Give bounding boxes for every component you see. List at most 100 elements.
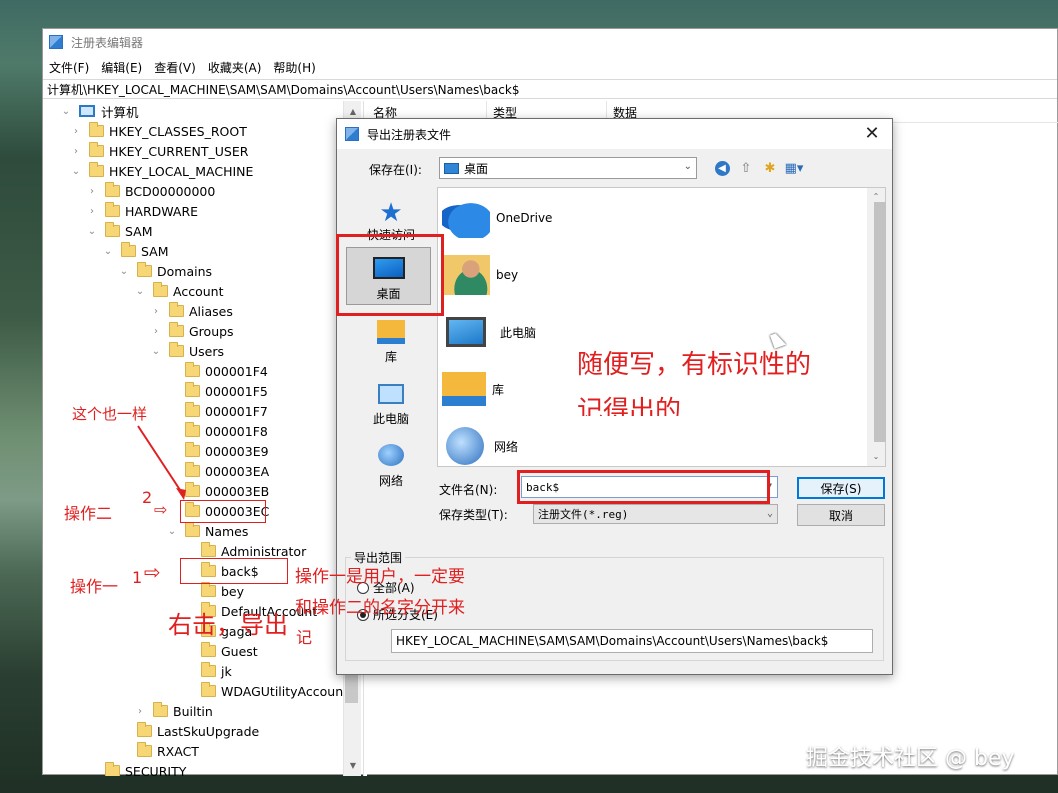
cancel-button[interactable]: 取消	[797, 504, 885, 526]
chevron-down-icon[interactable]: ⌄	[167, 526, 177, 537]
tree-node[interactable]: ⌄ SAM	[87, 221, 153, 241]
folder-icon	[169, 342, 184, 357]
annotation-ji: 记	[296, 628, 313, 647]
tree-node[interactable]: bey	[183, 581, 244, 601]
chevron-down-icon[interactable]: ⌄	[103, 246, 113, 257]
tree-node[interactable]: › Aliases	[151, 301, 233, 321]
tree-node[interactable]: Guest	[183, 641, 258, 661]
place-library[interactable]: 库	[343, 309, 439, 367]
chevron-down-icon[interactable]: ⌄	[135, 286, 145, 297]
highlight-000003EC	[180, 500, 266, 523]
chevron-right-icon[interactable]: ›	[71, 146, 81, 157]
up-folder-icon[interactable]: ⇧	[737, 159, 755, 177]
tree-node[interactable]: › HARDWARE	[87, 201, 198, 221]
tree-node[interactable]: › Builtin	[135, 701, 213, 721]
selected-branch-input[interactable]: HKEY_LOCAL_MACHINE\SAM\SAM\Domains\Accou…	[391, 629, 873, 653]
tree-node[interactable]: jk	[183, 661, 232, 681]
highlight-filename-input	[517, 470, 770, 504]
chevron-down-icon[interactable]: ⌄	[87, 226, 97, 237]
file-item-network[interactable]: 网络	[442, 420, 518, 472]
tree-node[interactable]: › HKEY_CLASSES_ROOT	[71, 121, 247, 141]
chevron-down-icon[interactable]: ⌄	[151, 346, 161, 357]
tree-node[interactable]: ⌄ HKEY_LOCAL_MACHINE	[71, 161, 253, 181]
folder-icon	[185, 522, 200, 537]
tree-node[interactable]: › BCD00000000	[87, 181, 215, 201]
file-item-bey[interactable]: bey	[442, 249, 518, 301]
chevron-down-icon[interactable]: ⌄	[684, 161, 692, 172]
tree-node[interactable]: LastSkuUpgrade	[119, 721, 259, 741]
star-icon: ★	[379, 198, 403, 228]
chevron-down-icon[interactable]: ⌄	[767, 508, 773, 519]
chevron-right-icon[interactable]: ›	[151, 326, 161, 337]
tree-node-label: Account	[173, 283, 224, 299]
chevron-down-icon[interactable]: ⌄	[61, 106, 71, 117]
folder-icon	[121, 242, 136, 257]
registry-tree: ⌄ 计算机 › HKEY_CLASSES_ROOT › HKEY_CURRENT_US…	[43, 101, 363, 776]
tree-node[interactable]: 000001F7	[167, 401, 268, 421]
save-button[interactable]: 保存(S)	[797, 477, 885, 499]
tree-node-label: HKEY_CLASSES_ROOT	[109, 123, 247, 139]
folder-icon	[169, 322, 184, 337]
tree-node-label: jk	[221, 663, 232, 679]
tree-node[interactable]: ⌄ Names	[167, 521, 248, 541]
chevron-down-icon[interactable]: ⌄	[71, 166, 81, 177]
menu-file[interactable]: 文件(F)	[49, 59, 89, 76]
library-icon	[377, 320, 405, 344]
chevron-right-icon[interactable]: ›	[87, 206, 97, 217]
place-this-pc[interactable]: 此电脑	[343, 371, 439, 429]
file-list-scroll-thumb[interactable]	[874, 202, 886, 442]
chevron-right-icon[interactable]: ›	[87, 186, 97, 197]
tree-node-label: bey	[221, 583, 245, 599]
scroll-down-arrow-icon[interactable]: ▼	[344, 757, 362, 773]
scroll-down-arrow-icon[interactable]: ⌄	[867, 448, 885, 464]
annotation-arrow-line	[137, 425, 186, 500]
new-folder-icon[interactable]: ✱	[761, 159, 779, 177]
folder-icon	[105, 182, 120, 197]
folder-icon	[153, 702, 168, 717]
tree-node[interactable]: ⌄ Users	[151, 341, 224, 361]
tree-node[interactable]: SECURITY	[87, 761, 186, 776]
tree-node[interactable]: ⌄ Domains	[119, 261, 212, 281]
address-bar[interactable]: 计算机\HKEY_LOCAL_MACHINE\SAM\SAM\Domains\A…	[43, 79, 1057, 99]
dialog-toolbar: ◀ ⇧ ✱ ▦▾	[713, 157, 803, 179]
folder-icon	[153, 282, 168, 297]
filename-label: 文件名(N):	[439, 483, 498, 497]
file-item-this-pc[interactable]: 此电脑	[442, 306, 536, 358]
network-icon	[446, 427, 484, 465]
chevron-right-icon[interactable]: ›	[71, 126, 81, 137]
chevron-right-icon[interactable]: ›	[151, 306, 161, 317]
menu-help[interactable]: 帮助(H)	[273, 59, 315, 76]
folder-icon	[201, 542, 216, 557]
view-menu-icon[interactable]: ▦▾	[785, 159, 804, 177]
tree-node[interactable]: › HKEY_CURRENT_USER	[71, 141, 248, 161]
tree-node-label: HKEY_CURRENT_USER	[109, 143, 249, 159]
file-item-onedrive[interactable]: OneDrive	[442, 192, 552, 244]
folder-icon	[201, 682, 216, 697]
menu-view[interactable]: 查看(V)	[154, 59, 196, 76]
annotation-op1-note-1: 操作一是用户，一定要	[295, 567, 465, 587]
tree-node[interactable]: 000001F4	[167, 361, 268, 381]
menu-favorites[interactable]: 收藏夹(A)	[208, 59, 262, 76]
tree-node[interactable]: 000001F5	[167, 381, 268, 401]
save-in-select[interactable]: 桌面 ⌄	[439, 157, 697, 179]
close-button[interactable]: ✕	[862, 123, 882, 144]
dialog-title-bar: 导出注册表文件	[337, 119, 892, 149]
annotation-op2: 操作二	[64, 504, 113, 523]
tree-node[interactable]: ⌄ Account	[135, 281, 223, 301]
place-network[interactable]: 网络	[343, 433, 439, 491]
user-folder-icon	[442, 255, 490, 295]
tree-node-label: 000001F5	[205, 383, 268, 399]
file-item-library[interactable]: 库	[442, 363, 504, 415]
tree-node[interactable]: ⌄ SAM	[103, 241, 169, 261]
filetype-select[interactable]: 注册文件(*.reg) ⌄	[533, 504, 778, 524]
chevron-right-icon[interactable]: ›	[135, 706, 145, 717]
menu-edit[interactable]: 编辑(E)	[101, 59, 142, 76]
tree-node[interactable]: RXACT	[119, 741, 199, 761]
back-button[interactable]: ◀	[713, 159, 731, 177]
folder-icon	[185, 362, 200, 377]
tree-node[interactable]: › Groups	[151, 321, 234, 341]
tree-root-computer[interactable]: ⌄ 计算机	[61, 101, 139, 121]
scroll-up-arrow-icon[interactable]: ▲	[344, 103, 362, 119]
tree-node[interactable]: WDAGUtilityAccount	[183, 681, 348, 701]
chevron-down-icon[interactable]: ⌄	[119, 266, 129, 277]
